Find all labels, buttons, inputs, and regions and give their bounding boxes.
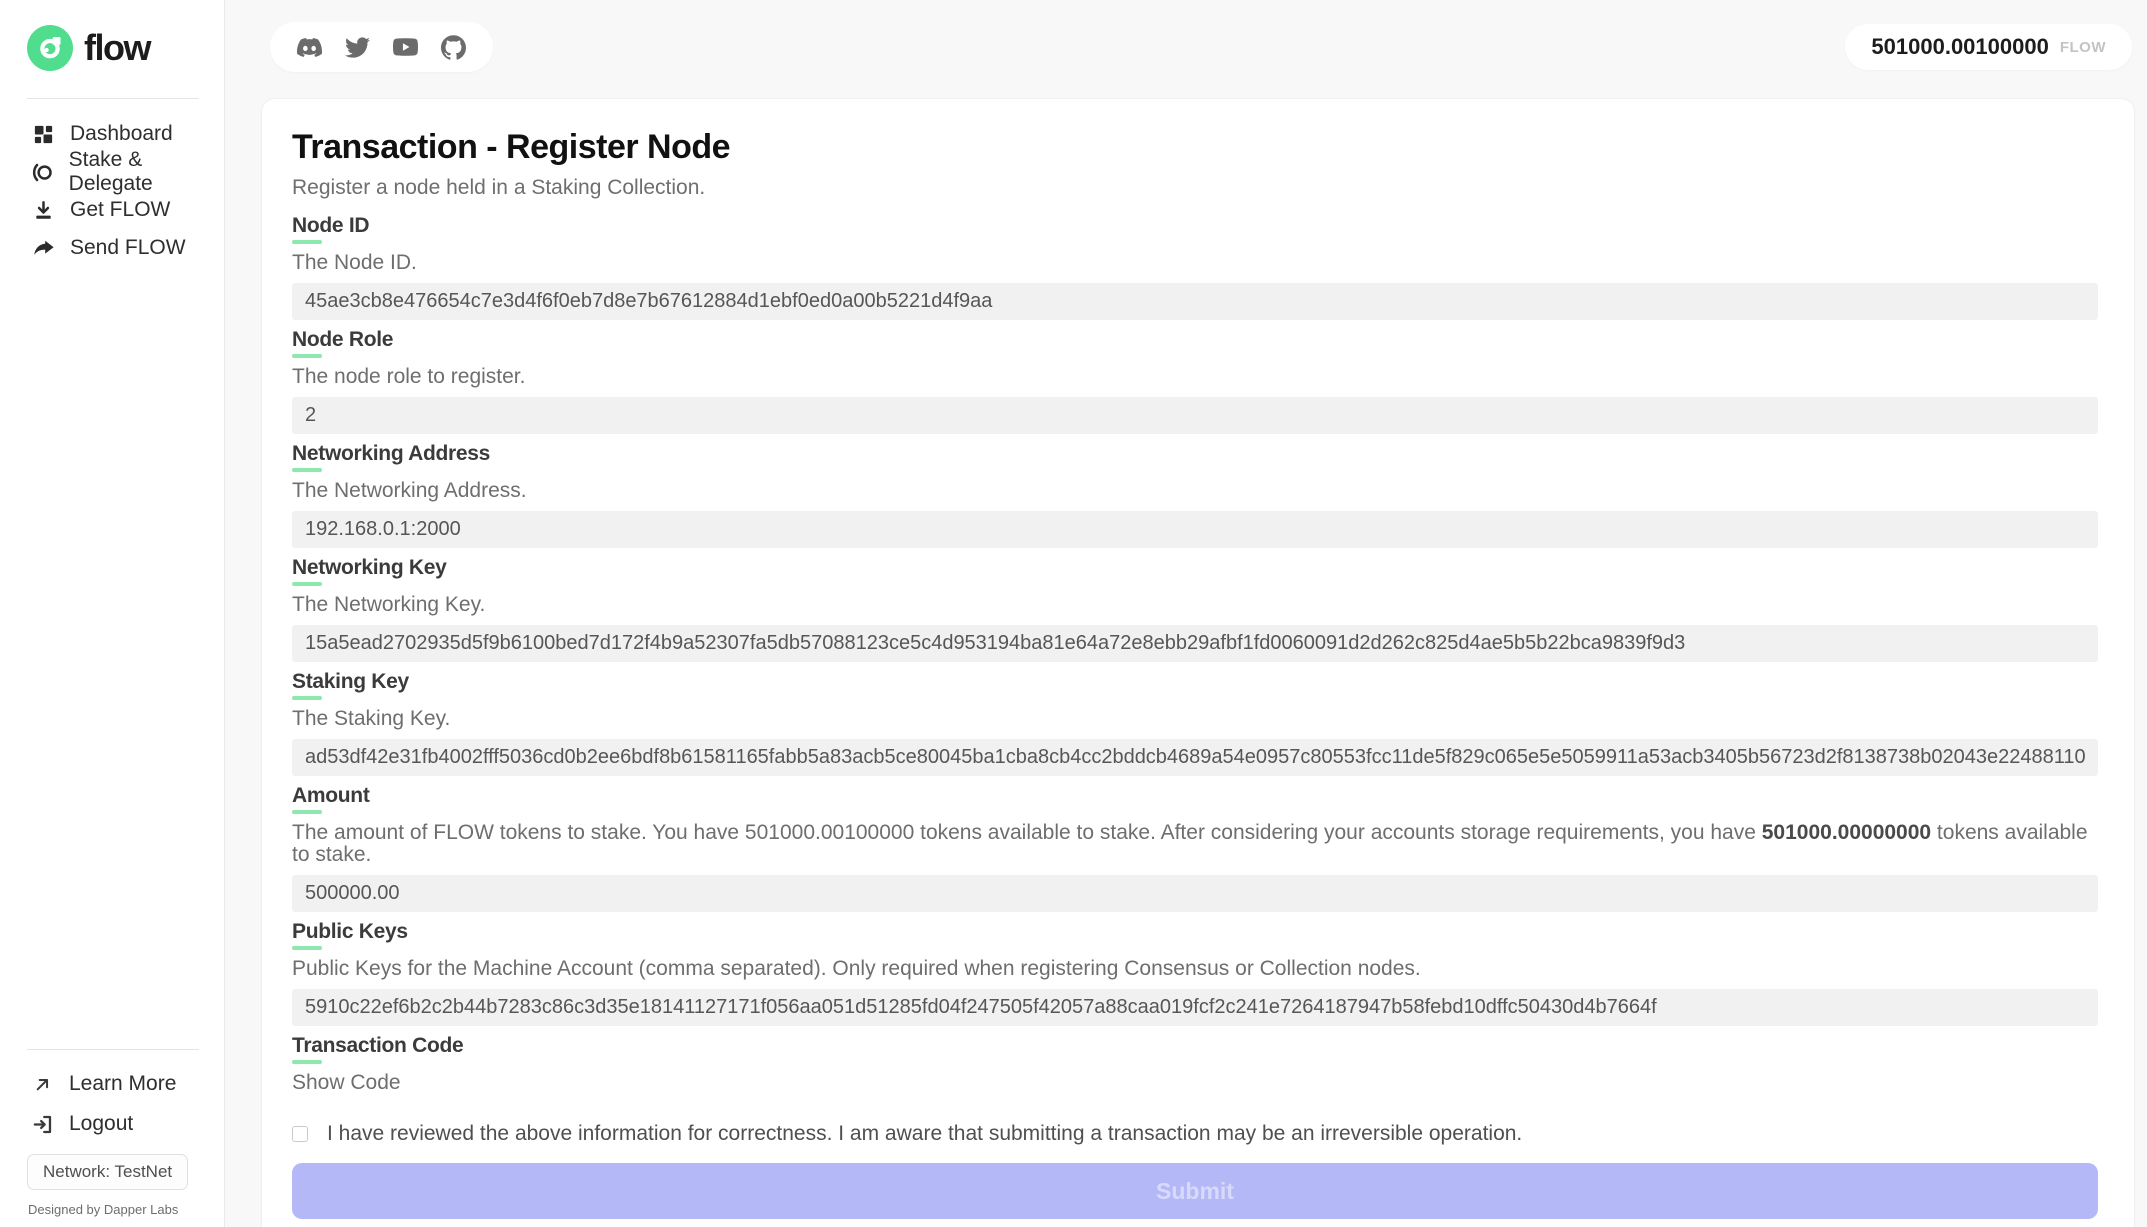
- sidebar: flow Dashboard: [0, 0, 225, 1227]
- sidebar-nav: Dashboard Stake & Delegate: [0, 115, 224, 267]
- social-links-pill: [270, 22, 493, 72]
- field-public-keys: Public Keys Public Keys for the Machine …: [292, 921, 2098, 1026]
- brand-wordmark: flow: [84, 27, 150, 69]
- label-underline: [292, 810, 322, 814]
- node-id-description: The Node ID.: [292, 252, 2098, 274]
- amount-available-bold: 501000.00000000: [1762, 821, 1931, 844]
- node-role-input[interactable]: [292, 397, 2098, 434]
- sidebar-item-get-flow[interactable]: Get FLOW: [0, 191, 224, 229]
- account-balance-pill: 501000.00100000 FLOW: [1845, 24, 2132, 70]
- confirmation-row: I have reviewed the above information fo…: [292, 1122, 2098, 1146]
- node-id-label: Node ID: [292, 215, 2098, 237]
- sidebar-item-stake-delegate[interactable]: Stake & Delegate: [0, 153, 224, 191]
- sidebar-item-label: Get FLOW: [70, 198, 170, 222]
- field-networking-key: Networking Key The Networking Key.: [292, 557, 2098, 662]
- label-underline: [292, 468, 322, 472]
- submit-button[interactable]: Submit: [292, 1163, 2098, 1219]
- app-root: flow Dashboard: [0, 0, 2147, 1227]
- label-underline: [292, 240, 322, 244]
- networking-address-description: The Networking Address.: [292, 480, 2098, 502]
- balance-currency-label: FLOW: [2060, 39, 2106, 56]
- label-underline: [292, 696, 322, 700]
- youtube-icon[interactable]: [393, 35, 418, 60]
- amount-description-before: The amount of FLOW tokens to stake. You …: [292, 821, 1762, 844]
- field-transaction-code: Transaction Code Show Code: [292, 1035, 2098, 1094]
- field-node-role: Node Role The node role to register.: [292, 329, 2098, 434]
- twitter-icon[interactable]: [345, 35, 370, 60]
- github-icon[interactable]: [441, 35, 466, 60]
- flow-brand[interactable]: flow: [27, 25, 224, 71]
- field-networking-address: Networking Address The Networking Addres…: [292, 443, 2098, 548]
- label-underline: [292, 1060, 322, 1064]
- learn-more-label: Learn More: [69, 1072, 176, 1096]
- sidebar-item-label: Dashboard: [70, 122, 173, 146]
- sidebar-item-label: Stake & Delegate: [69, 148, 224, 196]
- networking-key-description: The Networking Key.: [292, 594, 2098, 616]
- networking-key-label: Networking Key: [292, 557, 2098, 579]
- discord-icon[interactable]: [297, 35, 322, 60]
- network-indicator: Network: TestNet: [27, 1154, 188, 1190]
- sidebar-divider-top: [27, 98, 199, 99]
- page-subtitle: Register a node held in a Staking Collec…: [292, 177, 2098, 199]
- logout-icon: [30, 1112, 55, 1137]
- field-staking-key: Staking Key The Staking Key.: [292, 671, 2098, 776]
- balance-amount: 501000.00100000: [1871, 34, 2048, 60]
- node-role-description: The node role to register.: [292, 366, 2098, 388]
- field-amount: Amount The amount of FLOW tokens to stak…: [292, 785, 2098, 912]
- public-keys-description: Public Keys for the Machine Account (com…: [292, 958, 2098, 980]
- page-title: Transaction - Register Node: [292, 129, 2098, 165]
- confirmation-text: I have reviewed the above information fo…: [327, 1122, 1522, 1146]
- logout-button[interactable]: Logout: [0, 1104, 224, 1144]
- node-id-input[interactable]: [292, 283, 2098, 320]
- stake-delegate-icon: [30, 159, 56, 186]
- amount-input[interactable]: [292, 875, 2098, 912]
- dashboard-grid-icon: [30, 121, 57, 148]
- confirmation-checkbox[interactable]: [292, 1126, 308, 1142]
- staking-key-description: The Staking Key.: [292, 708, 2098, 730]
- field-node-id: Node ID The Node ID.: [292, 215, 2098, 320]
- networking-address-label: Networking Address: [292, 443, 2098, 465]
- send-arrow-icon: [30, 235, 57, 262]
- label-underline: [292, 946, 322, 950]
- flow-logo-icon: [27, 25, 73, 71]
- credit-text: Designed by Dapper Labs: [28, 1202, 224, 1217]
- logout-label: Logout: [69, 1112, 133, 1136]
- public-keys-input[interactable]: [292, 989, 2098, 1026]
- main-area: 501000.00100000 FLOW Transaction - Regis…: [225, 0, 2147, 1227]
- amount-label: Amount: [292, 785, 2098, 807]
- public-keys-label: Public Keys: [292, 921, 2098, 943]
- learn-more-link[interactable]: Learn More: [0, 1064, 224, 1104]
- show-code-toggle[interactable]: Show Code: [292, 1072, 2098, 1094]
- networking-key-input[interactable]: [292, 625, 2098, 662]
- staking-key-input[interactable]: [292, 739, 2098, 776]
- node-role-label: Node Role: [292, 329, 2098, 351]
- sidebar-item-send-flow[interactable]: Send FLOW: [0, 229, 224, 267]
- staking-key-label: Staking Key: [292, 671, 2098, 693]
- sidebar-divider-bottom: [27, 1049, 199, 1050]
- sidebar-item-label: Send FLOW: [70, 236, 186, 260]
- networking-address-input[interactable]: [292, 511, 2098, 548]
- topbar: 501000.00100000 FLOW: [261, 22, 2135, 72]
- label-underline: [292, 582, 322, 586]
- transaction-card: Transaction - Register Node Register a n…: [261, 98, 2135, 1227]
- sidebar-footer: Learn More Logout Network: TestNet Desig…: [0, 1022, 224, 1217]
- download-icon: [30, 197, 57, 224]
- transaction-code-label: Transaction Code: [292, 1035, 2098, 1057]
- amount-description: The amount of FLOW tokens to stake. You …: [292, 822, 2098, 866]
- external-link-arrow-icon: [30, 1072, 55, 1097]
- label-underline: [292, 354, 322, 358]
